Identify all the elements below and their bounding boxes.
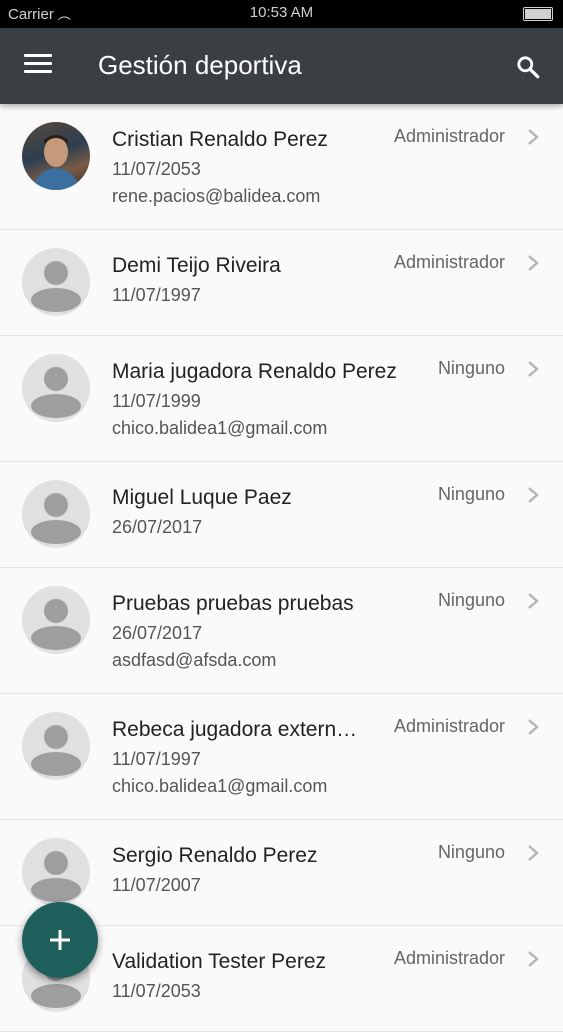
- chevron-right-icon: [528, 719, 539, 735]
- user-date: 11/07/1997: [112, 285, 201, 305]
- user-date: 11/07/1997: [112, 749, 201, 769]
- avatar: [22, 248, 90, 316]
- user-date: 11/07/2053: [112, 981, 201, 1001]
- plus-icon: [50, 930, 70, 950]
- user-role: Administrador: [393, 126, 505, 146]
- search-icon[interactable]: [515, 54, 541, 80]
- add-user-button[interactable]: [22, 902, 98, 978]
- chevron-right-icon: [528, 255, 539, 271]
- chevron-right-icon: [528, 361, 539, 377]
- chevron-right-icon: [528, 951, 539, 967]
- user-date: 11/07/2053: [112, 159, 201, 179]
- battery-icon: [523, 7, 553, 21]
- list-item[interactable]: Miguel Luque Paez 26/07/2017 Ninguno: [0, 462, 563, 568]
- user-name: Pruebas pruebas pruebas: [112, 592, 354, 615]
- chevron-right-icon: [528, 129, 539, 145]
- user-email: chico.balidea1@gmail.com: [112, 418, 328, 438]
- user-date: 26/07/2017: [112, 623, 203, 643]
- avatar: [22, 480, 90, 548]
- list-item[interactable]: Maria jugadora Renaldo Perez 11/07/1999 …: [0, 336, 563, 462]
- user-email: rene.pacios@balidea.com: [112, 186, 321, 206]
- user-role: Ninguno: [437, 590, 505, 610]
- avatar: [22, 838, 90, 906]
- chevron-right-icon: [528, 845, 539, 861]
- user-name: Validation Tester Perez: [112, 950, 327, 973]
- status-time: 10:53 AM: [249, 4, 314, 21]
- user-date: 26/07/2017: [112, 517, 203, 537]
- list-item[interactable]: Rebeca jugadora extern… 11/07/1997 chico…: [0, 694, 563, 820]
- hamburger-menu-icon[interactable]: [24, 54, 52, 78]
- user-name: Demi Teijo Riveira: [112, 254, 281, 277]
- user-email: asdfasd@afsda.com: [112, 650, 277, 670]
- list-item[interactable]: Pruebas pruebas pruebas 26/07/2017 asdfa…: [0, 568, 563, 694]
- user-name: Rebeca jugadora extern…: [112, 718, 358, 741]
- user-role: Administrador: [393, 252, 505, 272]
- user-list: Cristian Renaldo Perez 11/07/2053 rene.p…: [0, 104, 563, 1032]
- user-role: Administrador: [393, 716, 505, 736]
- user-name: Cristian Renaldo Perez: [112, 128, 328, 151]
- user-role: Administrador: [393, 948, 505, 968]
- chevron-right-icon: [528, 593, 539, 609]
- avatar: [22, 122, 90, 190]
- user-date: 11/07/2007: [112, 875, 201, 895]
- app-bar: Gestión deportiva: [0, 28, 563, 104]
- user-name: Miguel Luque Paez: [112, 486, 292, 509]
- user-role: Ninguno: [437, 484, 505, 504]
- user-name: Sergio Renaldo Perez: [112, 844, 318, 867]
- chevron-right-icon: [528, 487, 539, 503]
- avatar: [22, 712, 90, 780]
- user-role: Ninguno: [437, 358, 505, 378]
- user-email: chico.balidea1@gmail.com: [112, 776, 328, 796]
- user-date: 11/07/1999: [112, 391, 201, 411]
- list-item[interactable]: Cristian Renaldo Perez 11/07/2053 rene.p…: [0, 104, 563, 230]
- avatar: [22, 354, 90, 422]
- user-name: Maria jugadora Renaldo Perez: [112, 360, 397, 383]
- user-role: Ninguno: [437, 842, 505, 862]
- avatar: [22, 586, 90, 654]
- page-title: Gestión deportiva: [98, 50, 302, 80]
- status-bar: Carrier ︵ 10:53 AM: [0, 0, 563, 28]
- list-item[interactable]: Demi Teijo Riveira 11/07/1997 Administra…: [0, 230, 563, 336]
